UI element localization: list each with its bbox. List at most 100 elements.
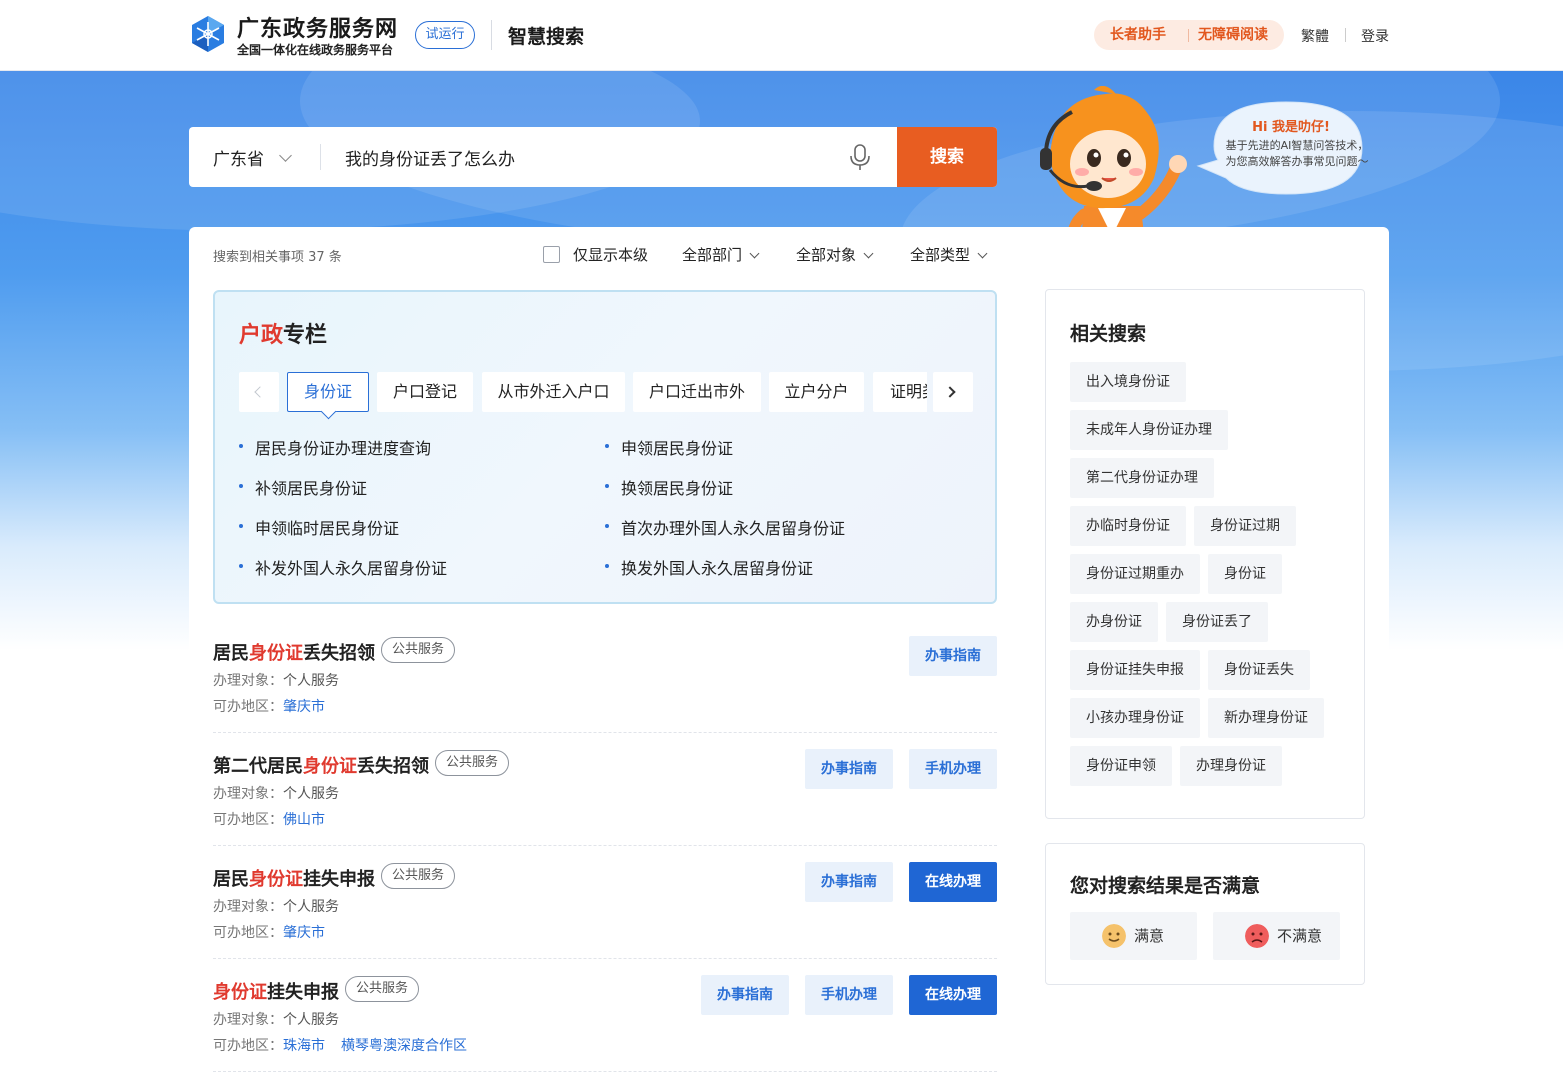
related-search-chip[interactable]: 未成年人身份证办理 (1070, 410, 1228, 450)
tab-household-split[interactable]: 立户分户 (769, 372, 864, 412)
related-search-chip[interactable]: 第二代身份证办理 (1070, 458, 1214, 498)
result-title-highlight: 身份证 (303, 756, 357, 777)
result-title-text: 挂失申报 (267, 982, 339, 1003)
header-link-separator (1345, 28, 1346, 42)
chevron-down-icon[interactable] (279, 149, 292, 162)
related-search-chip[interactable]: 出入境身份证 (1070, 362, 1186, 402)
result-title[interactable]: 第二代居民身份证丢失招领 (213, 752, 429, 778)
search-input[interactable] (345, 142, 825, 172)
tab-household-registration[interactable]: 户口登记 (377, 372, 473, 412)
service-type-tag: 公共服务 (381, 637, 455, 663)
chevron-down-icon (749, 248, 760, 259)
satisfaction-title: 您对搜索结果是否满意 (1070, 875, 1261, 897)
column-item[interactable]: 换领居民身份证 (621, 475, 733, 499)
result-title-highlight: 身份证 (213, 982, 267, 1003)
column-title-highlight: 户政 (239, 323, 284, 348)
related-search-chip[interactable]: 办身份证 (1070, 602, 1158, 642)
site-subtitle: 全国一体化在线政务服务平台 (237, 43, 394, 57)
logo-icon[interactable] (188, 14, 228, 54)
department-filter-label: 全部部门 (682, 246, 743, 264)
target-filter-label: 全部对象 (796, 246, 857, 264)
result-title-text: 第二代居民 (213, 756, 303, 777)
result-title[interactable]: 身份证挂失申报 (213, 978, 339, 1004)
tab-id-card[interactable]: 身份证 (287, 372, 369, 412)
column-item[interactable]: 补发外国人永久居留身份证 (255, 555, 447, 579)
guide-button[interactable]: 办事指南 (701, 975, 789, 1015)
target-label: 办理对象： (213, 1012, 283, 1028)
guide-button[interactable]: 办事指南 (805, 862, 893, 902)
region-link[interactable]: 肇庆市 (283, 922, 325, 942)
assistant-intro: 基于先进的AI智慧问答技术， 为您高效解答办事常见问题～ (1204, 138, 1390, 170)
type-filter[interactable]: 全部类型 (910, 244, 988, 265)
related-search-chip[interactable]: 身份证 (1208, 554, 1282, 594)
service-type-tag: 公共服务 (435, 750, 509, 776)
related-search-chip[interactable]: 办理身份证 (1180, 746, 1282, 786)
result-title-text: 挂失申报 (303, 869, 375, 890)
login-link[interactable]: 登录 (1361, 26, 1389, 46)
target-label: 办理对象： (213, 673, 283, 689)
result-title[interactable]: 居民身份证丢失招领 (213, 639, 375, 665)
target-value: 个人服务 (283, 1012, 339, 1028)
header-divider (491, 20, 492, 50)
related-search-chip[interactable]: 小孩办理身份证 (1070, 698, 1200, 738)
mobile-handle-button[interactable]: 手机办理 (909, 749, 997, 789)
column-item[interactable]: 居民身份证办理进度查询 (255, 435, 431, 459)
online-handle-button[interactable]: 在线办理 (909, 975, 997, 1015)
unsatisfied-button[interactable]: 不满意 (1213, 912, 1340, 960)
related-search-chip[interactable]: 身份证过期重办 (1070, 554, 1200, 594)
satisfied-label: 满意 (1134, 927, 1165, 945)
column-item[interactable]: 补领居民身份证 (255, 475, 367, 499)
column-item[interactable]: 申领临时居民身份证 (255, 515, 399, 539)
target-value: 个人服务 (283, 899, 339, 915)
tab-certificate[interactable]: 证明类 (873, 372, 927, 412)
related-search-chip[interactable]: 新办理身份证 (1208, 698, 1324, 738)
tab-prev-button[interactable] (239, 372, 279, 412)
related-search-chip[interactable]: 身份证丢失 (1208, 650, 1310, 690)
related-search-chip[interactable]: 办临时身份证 (1070, 506, 1186, 546)
region-link[interactable]: 肇庆市 (283, 696, 325, 716)
microphone-icon[interactable] (849, 143, 871, 171)
mobile-handle-button[interactable]: 手机办理 (805, 975, 893, 1015)
assistant-intro-line: 为您高效解答办事常见问题～ (1225, 155, 1369, 168)
guide-button[interactable]: 办事指南 (805, 749, 893, 789)
tab-move-in[interactable]: 从市外迁入户口 (482, 372, 625, 412)
bullet-icon (605, 524, 609, 528)
satisfied-button[interactable]: 满意 (1070, 912, 1197, 960)
target-filter[interactable]: 全部对象 (796, 244, 874, 265)
related-search-chip[interactable]: 身份证申领 (1070, 746, 1172, 786)
only-this-level-label[interactable]: 仅显示本级 (573, 244, 648, 265)
target-value: 个人服务 (283, 673, 339, 689)
elder-assist-button[interactable]: 长者助手 (1110, 20, 1166, 50)
assistant-greeting: Hi 我是叻仔! (1252, 120, 1330, 135)
online-handle-button[interactable]: 在线办理 (909, 862, 997, 902)
guide-button[interactable]: 办事指南 (909, 636, 997, 676)
only-this-level-checkbox[interactable] (543, 246, 560, 263)
region-select[interactable]: 广东省 (213, 145, 264, 170)
target-value: 个人服务 (283, 786, 339, 802)
chevron-left-icon (254, 386, 266, 398)
related-search-chip[interactable]: 身份证丢了 (1166, 602, 1268, 642)
bullet-icon (239, 484, 243, 488)
related-search-chip[interactable]: 身份证过期 (1194, 506, 1296, 546)
result-count: 搜索到相关事项 37 条 (213, 250, 342, 265)
column-title-rest: 专栏 (283, 323, 328, 348)
site-title[interactable]: 广东政务服务网 (237, 11, 398, 43)
result-title[interactable]: 居民身份证挂失申报 (213, 865, 375, 891)
search-separator (320, 144, 321, 170)
column-item[interactable]: 申领居民身份证 (621, 435, 733, 459)
search-button[interactable]: 搜索 (897, 127, 997, 187)
column-item[interactable]: 首次办理外国人永久居留身份证 (621, 515, 845, 539)
page-name: 智慧搜索 (508, 26, 585, 48)
related-search-chip[interactable]: 身份证挂失申报 (1070, 650, 1200, 690)
tab-move-out[interactable]: 户口迁出市外 (633, 372, 761, 412)
accessible-reading-button[interactable]: 无障碍阅读 (1198, 20, 1268, 50)
department-filter[interactable]: 全部部门 (682, 244, 760, 265)
region-link[interactable]: 横琴粤澳深度合作区 (341, 1035, 467, 1055)
region-link[interactable]: 佛山市 (283, 809, 325, 829)
service-type-tag: 公共服务 (381, 863, 455, 889)
region-link[interactable]: 珠海市 (283, 1035, 325, 1055)
tab-next-button[interactable] (933, 372, 973, 412)
chevron-down-icon (977, 248, 988, 259)
column-item[interactable]: 换发外国人永久居留身份证 (621, 555, 813, 579)
traditional-chinese-link[interactable]: 繁體 (1301, 26, 1329, 46)
